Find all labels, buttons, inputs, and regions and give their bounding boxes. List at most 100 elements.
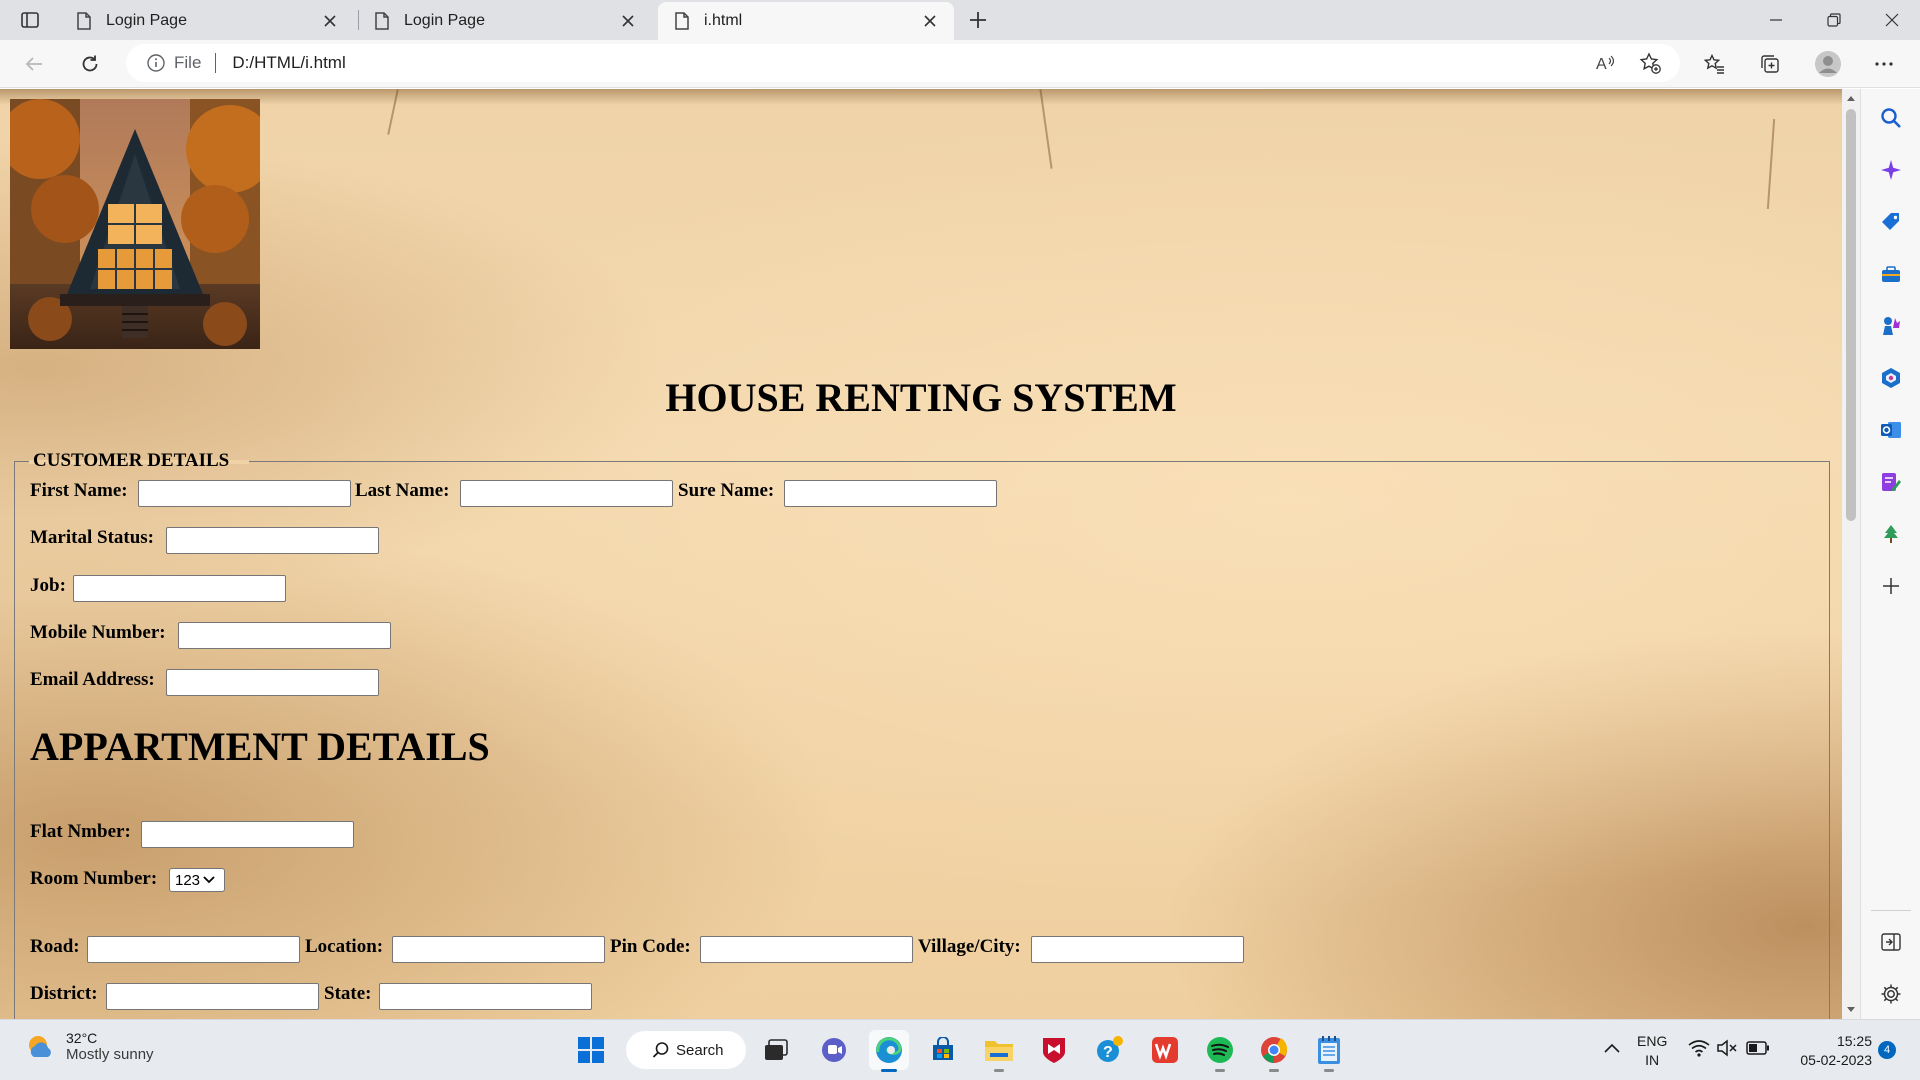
task-view-icon — [765, 1039, 788, 1060]
page-scrollbar[interactable] — [1842, 89, 1860, 1019]
pin-code-input[interactable] — [700, 936, 913, 963]
weather-widget[interactable]: 32°C Mostly sunny — [24, 1030, 154, 1063]
sidebar-designer-button[interactable] — [1875, 466, 1907, 498]
sidebar-add-button[interactable] — [1875, 570, 1907, 602]
district-input[interactable] — [106, 983, 319, 1010]
location-input[interactable] — [392, 936, 605, 963]
settings-more-button[interactable] — [1868, 48, 1900, 80]
sidebar-search-button[interactable] — [1875, 102, 1907, 134]
store-icon — [933, 1037, 953, 1060]
site-info-button[interactable]: File — [146, 53, 201, 73]
sidebar-office-button[interactable] — [1875, 362, 1907, 394]
job-input[interactable] — [73, 575, 286, 602]
sidebar-settings-button[interactable] — [1875, 978, 1907, 1010]
chrome-button[interactable] — [1254, 1030, 1294, 1072]
scroll-thumb[interactable] — [1846, 109, 1856, 521]
sure-name-label: Sure Name: — [678, 480, 775, 501]
restore-button[interactable] — [1806, 0, 1862, 40]
notepad-button[interactable] — [1309, 1030, 1349, 1072]
read-aloud-button[interactable]: A — [1592, 49, 1620, 77]
battery-button[interactable] — [1746, 1036, 1770, 1060]
chrome-icon — [1261, 1037, 1288, 1063]
add-favorite-button[interactable] — [1636, 49, 1664, 77]
marital-status-label: Marital Status: — [30, 527, 155, 548]
new-tab-button[interactable] — [964, 6, 992, 34]
chevron-down-icon — [203, 876, 215, 884]
room-number-label: Room Number: — [30, 868, 158, 889]
tab-login-page-1[interactable]: Login Page — [60, 2, 354, 40]
first-name-input[interactable] — [138, 480, 351, 507]
help-app-button[interactable]: ? — [1090, 1030, 1130, 1070]
favorites-icon — [1703, 53, 1724, 74]
task-view-button[interactable] — [756, 1030, 796, 1070]
start-button[interactable] — [571, 1030, 611, 1070]
wifi-button[interactable] — [1688, 1036, 1710, 1060]
sidebar-tree-button[interactable] — [1875, 518, 1907, 550]
hide-sidebar-icon — [1881, 933, 1901, 951]
tab-actions-button[interactable] — [10, 6, 50, 34]
sidebar-copilot-button[interactable] — [1875, 154, 1907, 186]
minimize-button[interactable] — [1748, 0, 1804, 40]
spotify-button[interactable] — [1200, 1030, 1240, 1072]
language-indicator[interactable]: ENG IN — [1637, 1032, 1667, 1070]
taskbar-clock[interactable]: 15:25 05-02-2023 — [1786, 1032, 1872, 1070]
email-address-input[interactable] — [166, 669, 379, 696]
taskbar-search-label: Search — [676, 1041, 724, 1059]
close-icon[interactable] — [318, 9, 342, 33]
room-number-select[interactable]: 123 — [169, 868, 225, 892]
tab-login-page-2[interactable]: Login Page — [358, 2, 652, 40]
marital-status-input[interactable] — [166, 527, 379, 554]
favorites-button[interactable] — [1698, 48, 1730, 80]
village-city-input[interactable] — [1031, 936, 1244, 963]
district-label: District: — [30, 983, 98, 1004]
tab-actions-icon — [21, 12, 39, 28]
notification-badge[interactable]: 4 — [1878, 1041, 1896, 1059]
close-icon[interactable] — [616, 9, 640, 33]
scroll-down-icon[interactable] — [1846, 1005, 1856, 1015]
close-window-button[interactable] — [1864, 0, 1920, 40]
last-name-input[interactable] — [460, 480, 673, 507]
refresh-button[interactable] — [74, 48, 106, 80]
info-icon — [147, 54, 165, 72]
close-icon[interactable] — [918, 9, 942, 33]
back-button[interactable] — [18, 48, 50, 80]
state-label: State: — [324, 983, 372, 1004]
tab-i-html[interactable]: i.html — [658, 2, 954, 40]
road-input[interactable] — [87, 936, 300, 963]
address-bar[interactable]: File D:/HTML/i.html A — [126, 44, 1680, 82]
browser-toolbar: File D:/HTML/i.html A — [0, 40, 1920, 88]
edge-taskbar-button[interactable] — [869, 1030, 909, 1072]
show-hidden-icons-button[interactable] — [1600, 1036, 1624, 1060]
collections-button[interactable] — [1754, 48, 1786, 80]
page-icon — [74, 11, 94, 31]
flat-number-input[interactable] — [141, 821, 354, 848]
chess-piece-icon — [1883, 317, 1900, 335]
mobile-number-input[interactable] — [178, 622, 391, 649]
sidebar-hide-button[interactable] — [1875, 926, 1907, 958]
profile-button[interactable] — [1812, 48, 1844, 80]
road-label: Road: — [30, 936, 80, 957]
plus-icon — [970, 12, 986, 28]
mcafee-button[interactable] — [1034, 1030, 1074, 1070]
state-input[interactable] — [379, 983, 592, 1010]
store-taskbar-button[interactable] — [923, 1030, 963, 1070]
sure-name-input[interactable] — [784, 480, 997, 507]
house-photo — [10, 99, 260, 349]
help-icon: ? — [1097, 1036, 1123, 1062]
scroll-up-icon[interactable] — [1846, 93, 1856, 103]
file-explorer-button[interactable] — [979, 1030, 1019, 1072]
weather-description: Mostly sunny — [66, 1046, 154, 1063]
address-divider — [215, 53, 217, 73]
mcafee-shield-icon — [1043, 1038, 1065, 1063]
teams-chat-button[interactable] — [814, 1030, 854, 1070]
office-icon — [1882, 368, 1900, 388]
taskbar-search[interactable]: Search — [626, 1031, 746, 1069]
sidebar-tools-button[interactable] — [1875, 258, 1907, 290]
village-city-label: Village/City: — [918, 936, 1021, 957]
volume-button[interactable] — [1716, 1036, 1738, 1060]
wps-office-button[interactable] — [1145, 1030, 1185, 1070]
sidebar-outlook-button[interactable] — [1875, 414, 1907, 446]
sidebar-shopping-button[interactable] — [1875, 206, 1907, 238]
battery-icon — [1746, 1041, 1769, 1055]
sidebar-games-button[interactable] — [1875, 310, 1907, 342]
